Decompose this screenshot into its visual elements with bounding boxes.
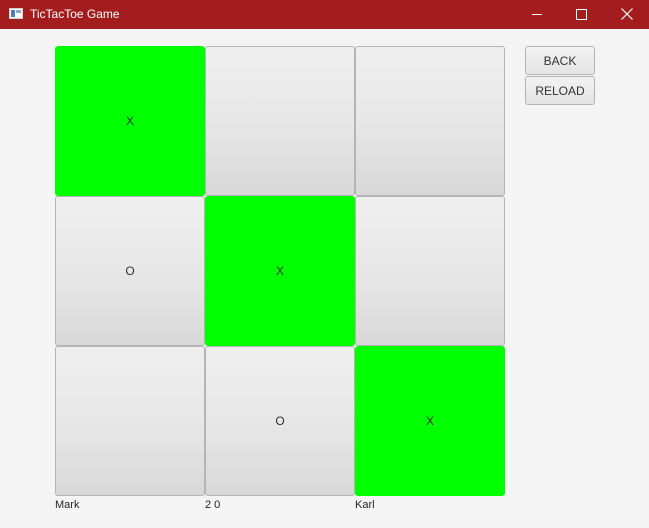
board-cell-9[interactable]: X: [355, 346, 505, 496]
player-two-name: Karl: [355, 499, 375, 511]
board-cell-4[interactable]: O: [55, 196, 205, 346]
maximize-icon: [576, 9, 587, 20]
game-board: X O X O X: [55, 46, 505, 496]
title-bar: TicTacToe Game: [0, 0, 649, 29]
back-button[interactable]: BACK: [525, 46, 595, 75]
board-cell-1[interactable]: X: [55, 46, 205, 196]
close-icon: [621, 8, 633, 20]
player-one-name: Mark: [55, 499, 80, 511]
close-button[interactable]: [604, 0, 649, 29]
board-cell-6[interactable]: [355, 196, 505, 346]
board-cell-7[interactable]: [55, 346, 205, 496]
app-icon: [9, 8, 23, 19]
window-title: TicTacToe Game: [30, 7, 120, 21]
score-label: 2 0: [205, 499, 221, 511]
board-cell-3[interactable]: [355, 46, 505, 196]
board-cell-2[interactable]: [205, 46, 355, 196]
board-cell-5[interactable]: X: [205, 196, 355, 346]
board-cell-8[interactable]: O: [205, 346, 355, 496]
minimize-icon: [532, 14, 542, 15]
maximize-button[interactable]: [558, 0, 604, 29]
reload-button[interactable]: RELOAD: [525, 76, 595, 105]
minimize-button[interactable]: [514, 0, 560, 29]
